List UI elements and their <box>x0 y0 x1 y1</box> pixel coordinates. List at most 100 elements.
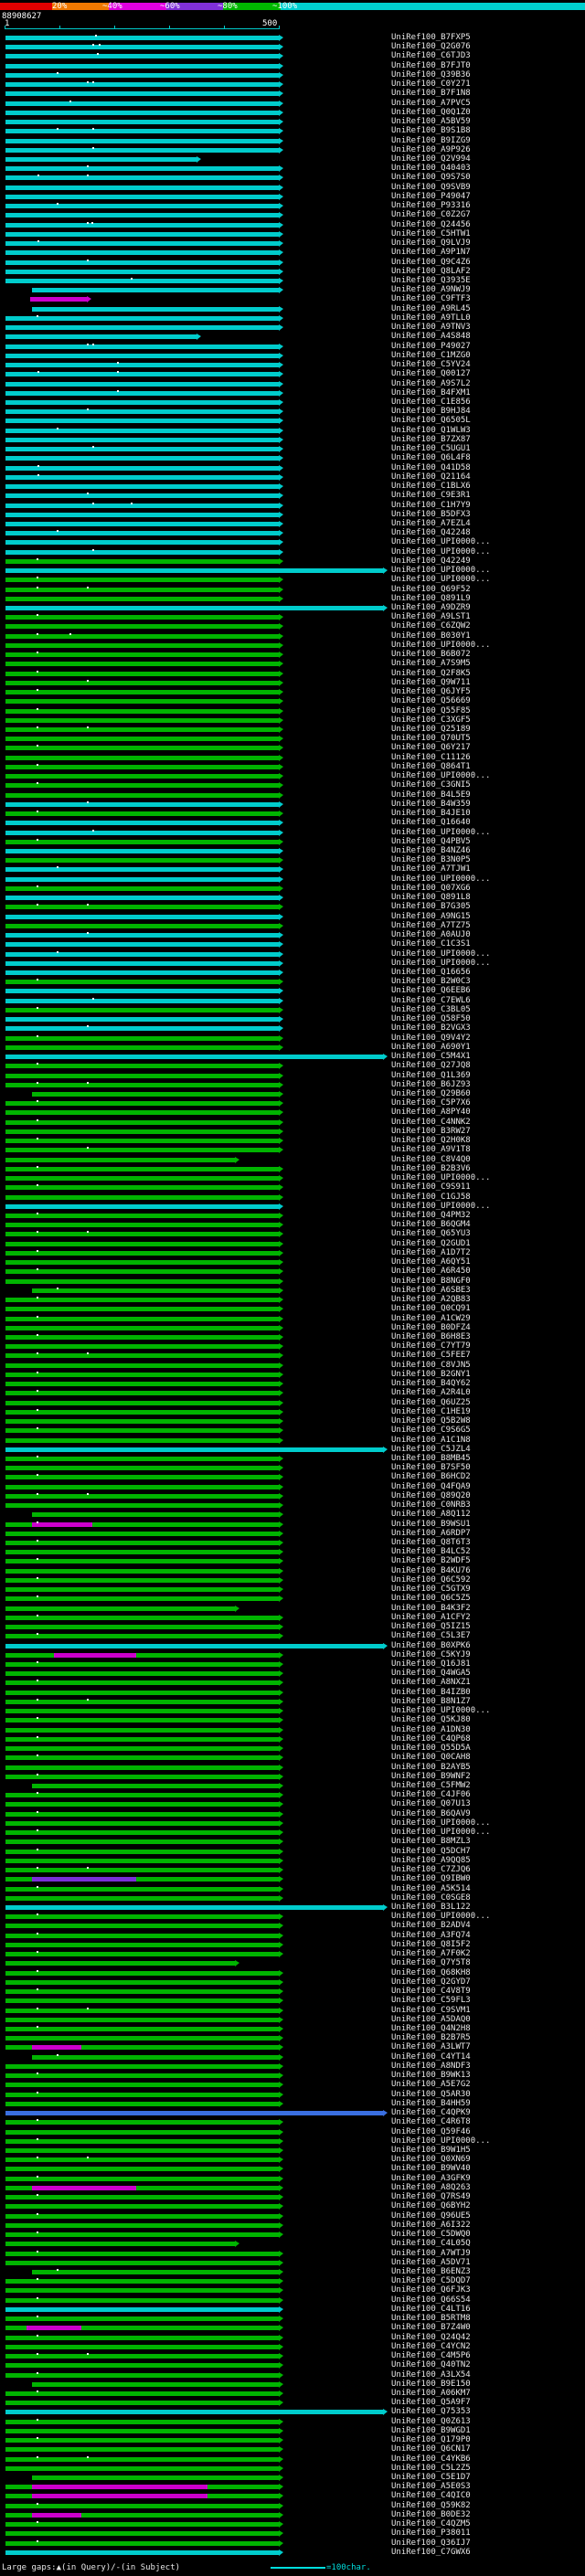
alignment-row[interactable]: UniRef100_C4L05Q <box>0 2239 585 2248</box>
alignment-row[interactable]: UniRef100_A8Q112 <box>0 1510 585 1519</box>
alignment-row[interactable]: UniRef100_A9S7L2 <box>0 379 585 388</box>
alignment-row[interactable]: UniRef100_Q36IJ7 <box>0 2539 585 2548</box>
alignment-row[interactable]: UniRef100_C4YCN2 <box>0 2342 585 2351</box>
alignment-row[interactable]: UniRef100_Q2V994 <box>0 154 585 164</box>
alignment-row[interactable]: UniRef100_Q6CN17 <box>0 2444 585 2454</box>
alignment-row[interactable]: UniRef100_Q42249 <box>0 557 585 566</box>
alignment-row[interactable]: UniRef100_Q9V4Y2 <box>0 1034 585 1043</box>
alignment-row[interactable]: UniRef100_Q891L9 <box>0 594 585 603</box>
alignment-row[interactable]: UniRef100_B9HJ84 <box>0 407 585 416</box>
alignment-row[interactable]: UniRef100_C5L2Z5 <box>0 2464 585 2473</box>
alignment-row[interactable]: UniRef100_Q21164 <box>0 472 585 482</box>
alignment-row[interactable]: UniRef100_C5FEE7 <box>0 1351 585 1360</box>
alignment-row[interactable]: UniRef100_B0DE32 <box>0 2510 585 2519</box>
alignment-row[interactable]: UniRef100_Q6C5Z5 <box>0 1594 585 1603</box>
alignment-row[interactable]: UniRef100_C4YT14 <box>0 2052 585 2062</box>
alignment-row[interactable]: UniRef100_Q00127 <box>0 369 585 378</box>
alignment-row[interactable]: UniRef100_B9WSU1 <box>0 1520 585 1529</box>
alignment-row[interactable]: UniRef100_Q65YU3 <box>0 1229 585 1238</box>
alignment-row[interactable]: UniRef100_Q8T6T3 <box>0 1538 585 1547</box>
alignment-row[interactable]: UniRef100_C8VJN5 <box>0 1361 585 1370</box>
alignment-row[interactable]: UniRef100_UPI0000... <box>0 1828 585 1837</box>
alignment-row[interactable]: UniRef100_B9E150 <box>0 2380 585 2389</box>
alignment-row[interactable]: UniRef100_UPI0000... <box>0 1173 585 1182</box>
alignment-row[interactable]: UniRef100_Q55D5A <box>0 1744 585 1753</box>
alignment-row[interactable]: UniRef100_B3L122 <box>0 1903 585 1912</box>
alignment-row[interactable]: UniRef100_B7FJT0 <box>0 61 585 70</box>
alignment-row[interactable]: UniRef100_B8MZL3 <box>0 1837 585 1846</box>
alignment-row[interactable]: UniRef100_B4L5E9 <box>0 790 585 800</box>
alignment-row[interactable]: UniRef100_B8NGF0 <box>0 1277 585 1286</box>
alignment-row[interactable]: UniRef100_Q4PM32 <box>0 1211 585 1220</box>
alignment-row[interactable]: UniRef100_A5BV59 <box>0 117 585 126</box>
alignment-row[interactable]: UniRef100_C8V4Q0 <box>0 1155 585 1164</box>
alignment-row[interactable]: UniRef100_P38011 <box>0 2528 585 2538</box>
alignment-row[interactable]: UniRef100_P93316 <box>0 201 585 210</box>
alignment-row[interactable]: UniRef100_UPI0000... <box>0 575 585 584</box>
alignment-row[interactable]: UniRef100_A1CW29 <box>0 1314 585 1323</box>
alignment-row[interactable]: UniRef100_A2QB83 <box>0 1295 585 1304</box>
alignment-row[interactable]: UniRef100_Q1WLW3 <box>0 426 585 435</box>
alignment-row[interactable]: UniRef100_A7TJW1 <box>0 864 585 874</box>
alignment-row[interactable]: UniRef100_B6ENZ3 <box>0 2267 585 2276</box>
alignment-row[interactable]: UniRef100_Q89Q20 <box>0 1491 585 1500</box>
alignment-row[interactable]: UniRef100_A7PVC5 <box>0 99 585 108</box>
alignment-row[interactable]: UniRef100_B8MB45 <box>0 1454 585 1463</box>
alignment-row[interactable]: UniRef100_C7YT79 <box>0 1341 585 1351</box>
alignment-row[interactable]: UniRef100_A8PY40 <box>0 1108 585 1117</box>
alignment-row[interactable]: UniRef100_B3RW27 <box>0 1127 585 1136</box>
alignment-row[interactable]: UniRef100_A6SBE3 <box>0 1286 585 1295</box>
alignment-row[interactable]: UniRef100_B8N1Z7 <box>0 1697 585 1706</box>
alignment-row[interactable]: UniRef100_A3LX54 <box>0 2370 585 2380</box>
alignment-row[interactable]: UniRef100_C5DWQ0 <box>0 2230 585 2239</box>
alignment-row[interactable]: UniRef100_A7EZL4 <box>0 519 585 528</box>
alignment-row[interactable]: UniRef100_A690Y1 <box>0 1043 585 1052</box>
alignment-row[interactable]: UniRef100_B9WV40 <box>0 2164 585 2173</box>
alignment-row[interactable]: UniRef100_UPI0000... <box>0 547 585 557</box>
alignment-row[interactable]: UniRef100_B6B072 <box>0 650 585 659</box>
alignment-row[interactable]: UniRef100_C4QIC0 <box>0 2491 585 2500</box>
alignment-row[interactable]: UniRef100_A6R450 <box>0 1267 585 1276</box>
alignment-row[interactable]: UniRef100_B4LC52 <box>0 1547 585 1556</box>
alignment-row[interactable]: UniRef100_B2VGX3 <box>0 1023 585 1033</box>
alignment-row[interactable]: UniRef100_A3FQ74 <box>0 1931 585 1940</box>
alignment-row[interactable]: UniRef100_Q25189 <box>0 725 585 734</box>
alignment-row[interactable]: UniRef100_B4FXM1 <box>0 388 585 398</box>
alignment-row[interactable]: UniRef100_C4YKB6 <box>0 2454 585 2464</box>
alignment-row[interactable]: UniRef100_B030Y1 <box>0 631 585 641</box>
alignment-row[interactable]: UniRef100_B7ZX87 <box>0 435 585 444</box>
alignment-row[interactable]: UniRef100_C5FMW2 <box>0 1781 585 1790</box>
alignment-row[interactable]: UniRef100_Q40403 <box>0 164 585 173</box>
alignment-row[interactable]: UniRef100_Q39B36 <box>0 70 585 80</box>
alignment-row[interactable]: UniRef100_A5DAQ0 <box>0 2015 585 2024</box>
alignment-row[interactable]: UniRef100_Q40TN2 <box>0 2360 585 2369</box>
alignment-row[interactable]: UniRef100_C1MZG0 <box>0 351 585 360</box>
alignment-row[interactable]: UniRef100_A9TLL0 <box>0 313 585 323</box>
alignment-row[interactable]: UniRef100_C1GJ58 <box>0 1193 585 1202</box>
alignment-row[interactable]: UniRef100_B4NZ46 <box>0 846 585 855</box>
alignment-row[interactable]: UniRef100_B2WDF5 <box>0 1556 585 1565</box>
alignment-row[interactable]: UniRef100_Q5B2W8 <box>0 1416 585 1426</box>
alignment-row[interactable]: UniRef100_Q07XG6 <box>0 884 585 893</box>
alignment-row[interactable]: UniRef100_B2W0C3 <box>0 977 585 986</box>
alignment-row[interactable]: UniRef100_C0SGE8 <box>0 1893 585 1903</box>
alignment-row[interactable]: UniRef100_A2R4L0 <box>0 1388 585 1397</box>
alignment-row[interactable]: UniRef100_Q24456 <box>0 220 585 229</box>
alignment-row[interactable]: UniRef100_C6TJD3 <box>0 51 585 60</box>
alignment-row[interactable]: UniRef100_Q27JQ8 <box>0 1061 585 1070</box>
alignment-row[interactable]: UniRef100_P49047 <box>0 192 585 201</box>
alignment-row[interactable]: UniRef100_B6JZ93 <box>0 1080 585 1089</box>
alignment-row[interactable]: UniRef100_A7S9M5 <box>0 659 585 668</box>
alignment-row[interactable]: UniRef100_UPI0000... <box>0 1706 585 1715</box>
alignment-row[interactable]: UniRef100_A7F0K2 <box>0 1949 585 1958</box>
alignment-row[interactable]: UniRef100_Q5A9F7 <box>0 2398 585 2407</box>
alignment-row[interactable]: UniRef100_C4V8T9 <box>0 1987 585 1996</box>
alignment-row[interactable]: UniRef100_C1H7Y9 <box>0 501 585 510</box>
alignment-row[interactable]: UniRef100_Q2GYD7 <box>0 1977 585 1987</box>
alignment-row[interactable]: UniRef100_A6I322 <box>0 2221 585 2230</box>
alignment-row[interactable]: UniRef100_B5RTM8 <box>0 2314 585 2323</box>
alignment-row[interactable]: UniRef100_A1C1N8 <box>0 1436 585 1445</box>
alignment-row[interactable]: UniRef100_C4LT16 <box>0 2305 585 2314</box>
alignment-row[interactable]: UniRef100_C5UGU1 <box>0 444 585 453</box>
alignment-row[interactable]: UniRef100_Q66S54 <box>0 2295 585 2305</box>
